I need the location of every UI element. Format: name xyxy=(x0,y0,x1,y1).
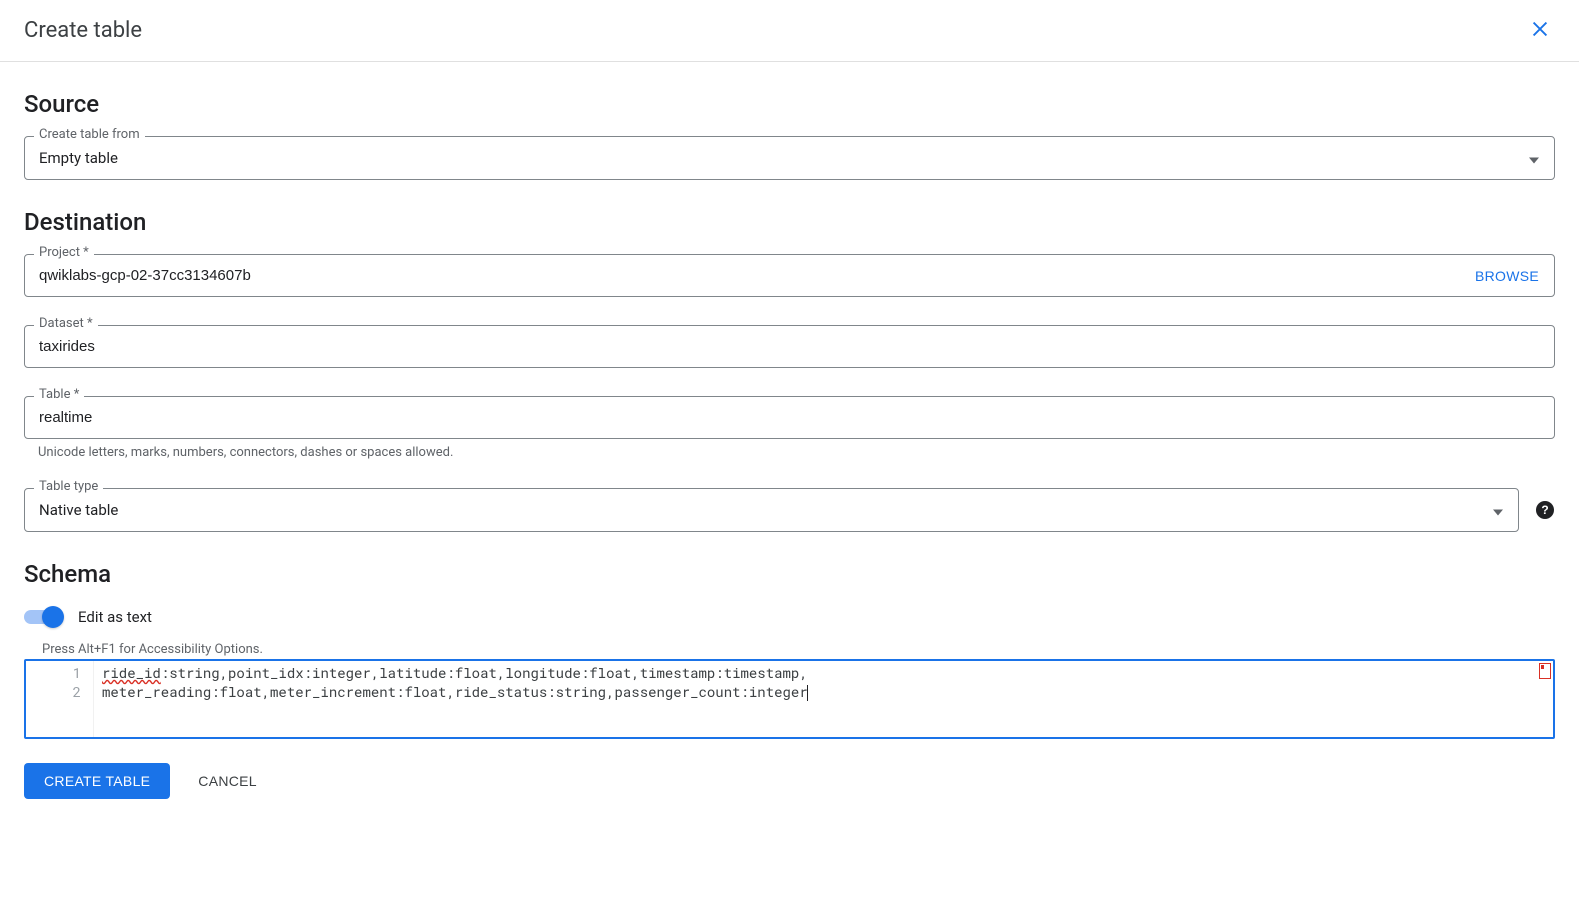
source-heading: Source xyxy=(24,90,1555,118)
edit-as-text-label: Edit as text xyxy=(78,608,152,626)
destination-heading: Destination xyxy=(24,208,1555,236)
close-icon xyxy=(1529,18,1551,43)
create-from-value: Empty table xyxy=(39,149,118,167)
code-token: meter_reading:float,meter_increment:floa… xyxy=(102,682,808,701)
line-number: 1 xyxy=(38,663,81,682)
table-label: Table * xyxy=(34,387,84,402)
editor-code[interactable]: ride_id:string,point_idx:integer,latitud… xyxy=(94,661,1553,737)
schema-text-editor[interactable]: 1 2 ride_id:string,point_idx:integer,lat… xyxy=(24,659,1555,739)
text-cursor xyxy=(807,685,808,701)
table-helper-text: Unicode letters, marks, numbers, connect… xyxy=(24,445,1555,460)
create-from-select[interactable]: Empty table xyxy=(24,136,1555,180)
code-token: :string,point_idx:integer,latitude:float… xyxy=(161,663,808,682)
table-input[interactable] xyxy=(24,396,1555,439)
create-from-label: Create table from xyxy=(34,127,145,142)
project-input[interactable] xyxy=(24,254,1555,297)
line-number: 2 xyxy=(38,682,81,701)
accessibility-hint: Press Alt+F1 for Accessibility Options. xyxy=(24,642,1555,657)
editor-gutter: 1 2 xyxy=(26,661,94,737)
create-table-button[interactable]: CREATE TABLE xyxy=(24,763,170,799)
table-type-value: Native table xyxy=(39,501,118,519)
dialog-header: Create table xyxy=(0,0,1579,62)
dataset-label: Dataset * xyxy=(34,316,98,331)
project-label: Project * xyxy=(34,245,94,260)
dataset-input[interactable] xyxy=(24,325,1555,368)
help-icon[interactable]: ? xyxy=(1535,500,1555,520)
edit-as-text-toggle[interactable] xyxy=(24,606,64,628)
table-type-select[interactable]: Native table xyxy=(24,488,1519,532)
toggle-knob xyxy=(42,606,64,628)
dialog-title: Create table xyxy=(24,18,142,43)
browse-button[interactable]: BROWSE xyxy=(1475,268,1539,284)
editor-minimap-marker xyxy=(1539,663,1551,679)
table-type-label: Table type xyxy=(34,479,103,494)
cancel-button[interactable]: CANCEL xyxy=(198,773,257,789)
code-token: ride_id xyxy=(102,663,161,682)
dialog-footer: CREATE TABLE CANCEL xyxy=(0,739,1579,823)
close-button[interactable] xyxy=(1525,14,1555,47)
schema-heading: Schema xyxy=(24,560,1555,588)
svg-text:?: ? xyxy=(1541,503,1548,517)
